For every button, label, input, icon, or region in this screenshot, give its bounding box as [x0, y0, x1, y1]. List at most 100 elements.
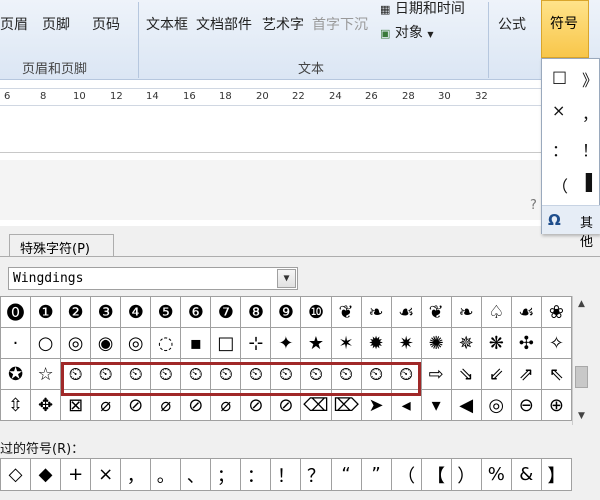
symbol-cell[interactable]: ✶ — [330, 327, 362, 359]
symbol-cell[interactable]: ✪ — [0, 358, 32, 390]
symbol-cell[interactable]: ❽ — [240, 296, 272, 328]
recent-symbol-cell[interactable]: × — [90, 458, 122, 491]
symbol-cell[interactable]: ➤ — [360, 389, 392, 421]
symbol-cell-clock[interactable]: ⏲ — [390, 358, 422, 390]
symbol-cell[interactable]: ⌦ — [330, 389, 362, 421]
recent-symbol-cell[interactable]: ？ — [300, 458, 332, 491]
symbol-cell[interactable]: ♤ — [480, 296, 512, 328]
symbol-cell[interactable]: ❋ — [480, 327, 512, 359]
symbol-cell[interactable]: ○ — [30, 327, 62, 359]
symbol-cell-clock[interactable]: ⏲ — [300, 358, 332, 390]
quick-symbol[interactable]: ， — [582, 101, 598, 125]
symbol-cell[interactable]: ⓿ — [0, 296, 32, 328]
symbol-cell[interactable]: ❧ — [450, 296, 482, 328]
recent-symbol-cell[interactable]: “ — [330, 458, 362, 491]
symbol-cell[interactable]: ◉ — [90, 327, 122, 359]
recent-symbol-cell[interactable]: 。 — [150, 458, 182, 491]
symbol-cell-clock[interactable]: ⏲ — [210, 358, 242, 390]
symbol-cell[interactable]: ⊹ — [240, 327, 272, 359]
scrollbar-thumb[interactable] — [575, 366, 588, 388]
header-button[interactable]: 页眉 — [0, 14, 28, 34]
recent-symbol-cell[interactable]: & — [510, 458, 542, 491]
symbol-cell-clock[interactable]: ⏲ — [330, 358, 362, 390]
quick-symbol[interactable]: × — [552, 101, 565, 120]
symbol-cell[interactable]: ❹ — [120, 296, 152, 328]
symbol-cell-clock[interactable]: ⏲ — [180, 358, 212, 390]
symbol-cell[interactable]: ✹ — [360, 327, 392, 359]
symbol-cell[interactable]: ☙ — [510, 296, 542, 328]
symbol-cell[interactable]: ⌫ — [300, 389, 332, 421]
symbol-cell[interactable]: ◎ — [60, 327, 92, 359]
symbol-cell-clock[interactable]: ⏲ — [360, 358, 392, 390]
symbol-cell[interactable]: ❻ — [180, 296, 212, 328]
recent-symbol-cell[interactable]: 【 — [420, 458, 452, 491]
symbol-cell-clock[interactable]: ⏲ — [270, 358, 302, 390]
symbol-cell[interactable]: ❶ — [30, 296, 62, 328]
recent-symbol-cell[interactable]: ） — [450, 458, 482, 491]
chevron-down-icon[interactable]: ▼ — [277, 269, 296, 288]
document-parts-button[interactable]: 文档部件 — [196, 14, 252, 34]
symbol-cell[interactable]: ⌀ — [90, 389, 122, 421]
quick-symbol[interactable]: 》 — [582, 67, 598, 91]
font-select[interactable]: Wingdings ▼ — [8, 267, 298, 290]
symbol-cell[interactable]: ▾ — [420, 389, 452, 421]
symbol-cell[interactable]: ✣ — [510, 327, 542, 359]
scroll-down-icon[interactable]: ▼ — [573, 408, 590, 425]
recent-symbol-cell[interactable]: ； — [210, 458, 242, 491]
symbol-cell-clock[interactable]: ⏲ — [90, 358, 122, 390]
equation-button[interactable]: 公式 — [498, 14, 526, 34]
recent-symbol-cell[interactable]: 】 — [540, 458, 573, 491]
symbol-cell-clock[interactable]: ⏲ — [240, 358, 272, 390]
symbol-cell[interactable]: ✥ — [30, 389, 62, 421]
symbol-cell[interactable]: ☙ — [390, 296, 422, 328]
symbol-cell[interactable]: □ — [210, 327, 242, 359]
symbol-cell-clock[interactable]: ⏲ — [60, 358, 92, 390]
symbol-cell[interactable]: ★ — [300, 327, 332, 359]
object-button[interactable]: ▣ 对象 ▼ — [380, 22, 433, 42]
symbol-cell[interactable]: ❦ — [330, 296, 362, 328]
symbol-cell[interactable]: ⊕ — [540, 389, 573, 421]
symbol-cell[interactable]: ⇖ — [540, 358, 573, 390]
more-symbols-button[interactable]: Ω 其他 — [542, 205, 600, 250]
symbol-cell[interactable]: ⇙ — [480, 358, 512, 390]
symbol-cell[interactable]: ❧ — [360, 296, 392, 328]
symbol-cell[interactable]: ❿ — [300, 296, 332, 328]
wordart-button[interactable]: 艺术字 — [262, 14, 304, 34]
symbol-button[interactable]: 符号 — [541, 0, 589, 58]
symbol-cell[interactable]: ⊘ — [270, 389, 302, 421]
symbol-cell[interactable]: ◂ — [390, 389, 422, 421]
symbol-cell[interactable]: ⇳ — [0, 389, 32, 421]
symbol-cell[interactable]: ◎ — [120, 327, 152, 359]
symbol-cell[interactable]: ⊘ — [240, 389, 272, 421]
symbol-cell[interactable]: ⇗ — [510, 358, 542, 390]
symbol-cell[interactable]: ⊘ — [180, 389, 212, 421]
symbol-cell[interactable]: ❸ — [90, 296, 122, 328]
help-icon[interactable]: ? — [530, 198, 537, 213]
recent-symbol-cell[interactable]: ” — [360, 458, 392, 491]
symbol-cell[interactable]: ⊘ — [120, 389, 152, 421]
recent-symbol-cell[interactable]: % — [480, 458, 512, 491]
symbol-cell-clock[interactable]: ⏲ — [120, 358, 152, 390]
symbol-cell[interactable]: ☆ — [30, 358, 62, 390]
recent-symbol-cell[interactable]: 、 — [180, 458, 212, 491]
symbol-cell[interactable]: ⇨ — [420, 358, 452, 390]
symbol-cell[interactable]: ⌀ — [150, 389, 182, 421]
symbol-grid-scrollbar[interactable]: ▲ ▼ — [572, 296, 589, 425]
scroll-up-icon[interactable]: ▲ — [573, 296, 590, 313]
symbol-cell[interactable]: ❼ — [210, 296, 242, 328]
recent-symbol-cell[interactable]: + — [60, 458, 92, 491]
symbol-cell[interactable]: ◌ — [150, 327, 182, 359]
textbox-button[interactable]: 文本框 — [146, 14, 188, 34]
symbol-cell-clock[interactable]: ⏲ — [150, 358, 182, 390]
recent-symbol-cell[interactable]: ◆ — [30, 458, 62, 491]
symbol-cell[interactable]: ❦ — [420, 296, 452, 328]
symbol-cell[interactable]: ❾ — [270, 296, 302, 328]
symbol-cell[interactable]: ⊠ — [60, 389, 92, 421]
footer-button[interactable]: 页脚 — [42, 14, 70, 34]
page-number-button[interactable]: 页码 — [92, 14, 120, 34]
symbol-cell[interactable]: ✵ — [450, 327, 482, 359]
symbol-cell[interactable]: ✷ — [390, 327, 422, 359]
quick-symbol[interactable]: （ — [552, 173, 568, 197]
tab-special-characters[interactable]: 特殊字符(P) — [9, 234, 114, 257]
recent-symbol-cell[interactable]: （ — [390, 458, 422, 491]
